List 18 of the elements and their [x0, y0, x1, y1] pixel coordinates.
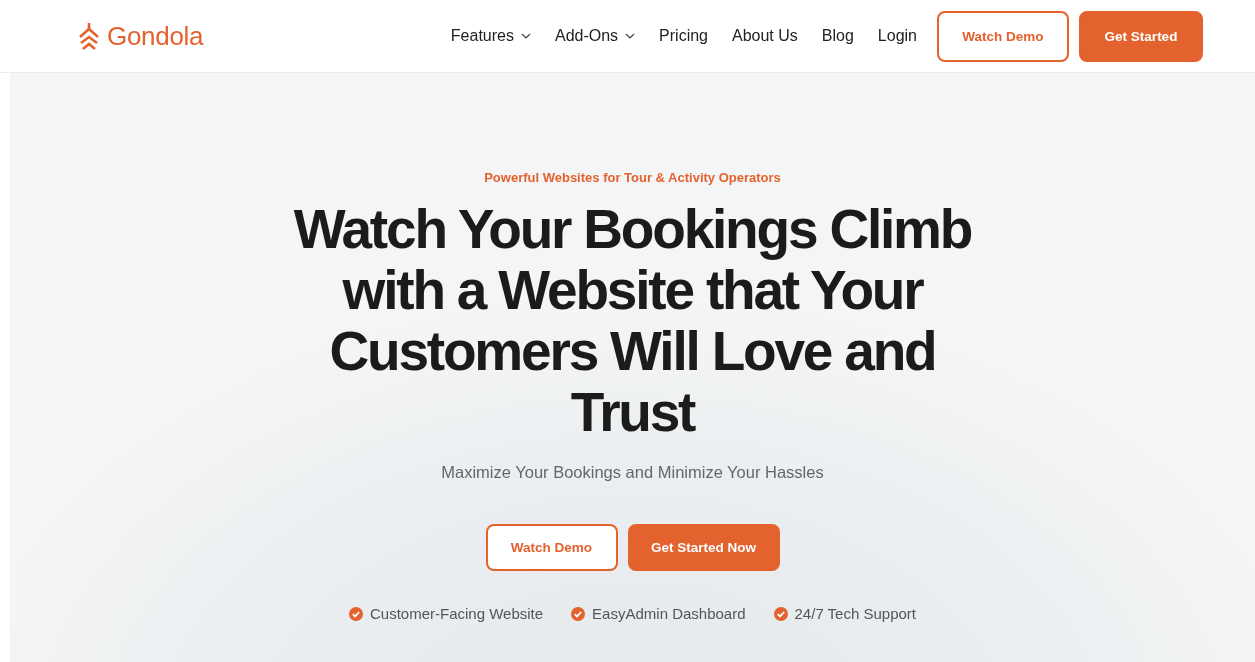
caret-icon	[625, 33, 636, 39]
feature-text: EasyAdmin Dashboard	[592, 605, 746, 622]
nav-dropdown[interactable]: Add-Ons	[554, 27, 636, 45]
hero-subtitle: Maximize Your Bookings and Minimize Your Hassles	[441, 463, 824, 482]
caret-icon	[520, 33, 531, 39]
check-icon	[571, 606, 586, 621]
nav-link[interactable]: Pricing	[659, 27, 708, 45]
check-icon	[773, 606, 788, 621]
feature-text: 24/7 Tech Support	[794, 605, 916, 622]
eyebrow-text: Powerful Websites for Tour & Activity Operators	[484, 170, 781, 185]
nav-link[interactable]: Blog	[821, 27, 854, 45]
hero-headline: Watch Your Bookings Climb with a Website that Your Customers Will Love and Trust	[292, 199, 973, 443]
nav-link[interactable]: About Us	[732, 27, 798, 45]
feature-text: Customer-Facing Website	[370, 605, 544, 622]
check-icon	[349, 606, 363, 621]
nav-link[interactable]: Login	[877, 27, 917, 45]
logo-icon	[78, 22, 100, 50]
nav-dropdown[interactable]: Features	[450, 27, 531, 45]
